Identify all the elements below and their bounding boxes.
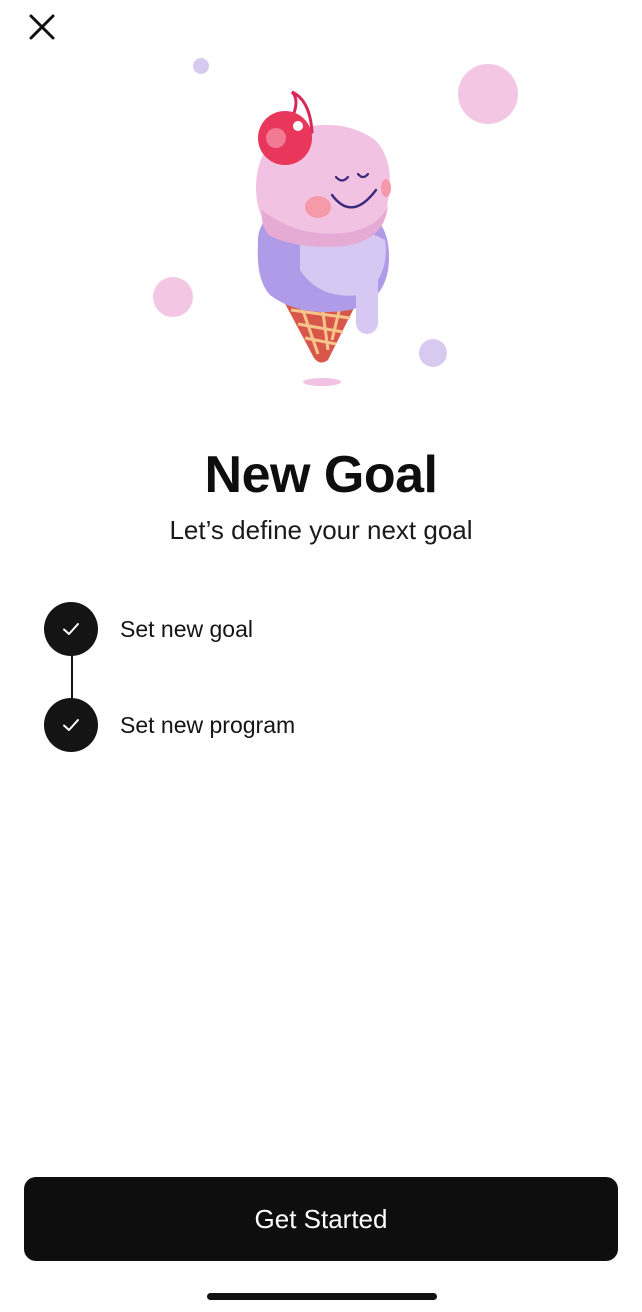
bubble-decoration: [458, 64, 518, 124]
step-connector: [71, 652, 73, 702]
ice-cream-illustration: [153, 58, 518, 386]
check-icon: [63, 623, 79, 635]
get-started-button[interactable]: Get Started: [24, 1177, 618, 1261]
step-item-set-new-program: Set new program: [44, 698, 295, 752]
check-icon: [63, 719, 79, 731]
bubble-decoration: [193, 58, 209, 74]
step-label: Set new program: [120, 711, 296, 738]
step-check-circle: [44, 698, 98, 752]
step-label: Set new goal: [120, 615, 253, 642]
bubble-decoration: [419, 339, 447, 367]
page-title: New Goal: [204, 446, 438, 504]
steps-list: Set new goal Set new program: [44, 602, 604, 762]
page-subtitle: Let’s define your next goal: [169, 515, 473, 545]
step-item-set-new-goal: Set new goal: [44, 602, 253, 656]
shadow-decoration: [303, 378, 341, 386]
home-indicator: [207, 1293, 437, 1300]
step-check-circle: [44, 602, 98, 656]
bubble-decoration: [153, 277, 193, 317]
